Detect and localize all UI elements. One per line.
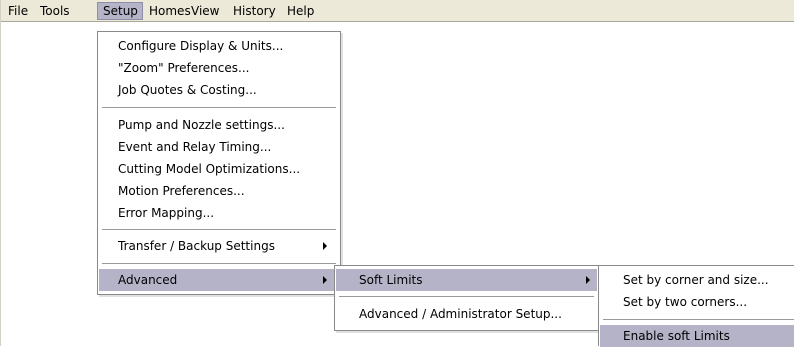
menu-item-transfer-backup[interactable]: Transfer / Backup Settings — [99, 235, 339, 257]
menu-item-soft-limits[interactable]: Soft Limits — [336, 269, 597, 291]
setup-menu: Configure Display & Units... "Zoom" Pref… — [97, 31, 341, 295]
menu-item-zoom-preferences[interactable]: "Zoom" Preferences... — [99, 57, 339, 79]
app-window: File Tools Setup Homes View History Help… — [0, 0, 794, 347]
menu-item-enable-soft-limits[interactable]: Enable soft Limits — [600, 325, 794, 347]
submenu-arrow-icon — [323, 242, 327, 250]
submenu-arrow-icon — [323, 276, 327, 284]
menu-item-error-mapping[interactable]: Error Mapping... — [99, 202, 339, 224]
menu-item-advanced[interactable]: Advanced — [99, 269, 339, 291]
menu-help[interactable]: Help — [282, 2, 319, 20]
menu-bar: File Tools Setup Homes View History Help — [1, 0, 794, 22]
menu-item-motion-preferences[interactable]: Motion Preferences... — [99, 180, 339, 202]
menu-item-job-quotes[interactable]: Job Quotes & Costing... — [99, 79, 339, 101]
menu-item-event-relay[interactable]: Event and Relay Timing... — [99, 136, 339, 158]
menu-file[interactable]: File — [3, 2, 33, 20]
menu-view[interactable]: View — [186, 2, 224, 20]
menu-history[interactable]: History — [228, 2, 281, 20]
menu-separator — [102, 107, 336, 109]
menu-separator — [603, 319, 794, 321]
menu-separator — [339, 296, 594, 298]
menu-tools[interactable]: Tools — [35, 2, 75, 20]
menu-setup[interactable]: Setup — [97, 2, 143, 20]
soft-limits-submenu: Set by corner and size... Set by two cor… — [598, 265, 794, 347]
menu-separator — [102, 229, 336, 231]
submenu-arrow-icon — [586, 276, 590, 284]
menu-item-pump-nozzle[interactable]: Pump and Nozzle settings... — [99, 114, 339, 136]
menu-item-set-two-corners[interactable]: Set by two corners... — [600, 291, 794, 313]
menu-item-configure-display[interactable]: Configure Display & Units... — [99, 35, 339, 57]
menu-item-administrator-setup[interactable]: Advanced / Administrator Setup... — [336, 303, 597, 325]
menu-separator — [102, 263, 336, 265]
advanced-submenu: Soft Limits Advanced / Administrator Set… — [334, 265, 599, 331]
menu-item-label: Advanced — [118, 273, 178, 287]
menu-item-label: Transfer / Backup Settings — [118, 239, 275, 253]
menu-item-set-corner-size[interactable]: Set by corner and size... — [600, 269, 794, 291]
menu-item-label: Soft Limits — [359, 273, 423, 287]
menu-item-cutting-model[interactable]: Cutting Model Optimizations... — [99, 158, 339, 180]
